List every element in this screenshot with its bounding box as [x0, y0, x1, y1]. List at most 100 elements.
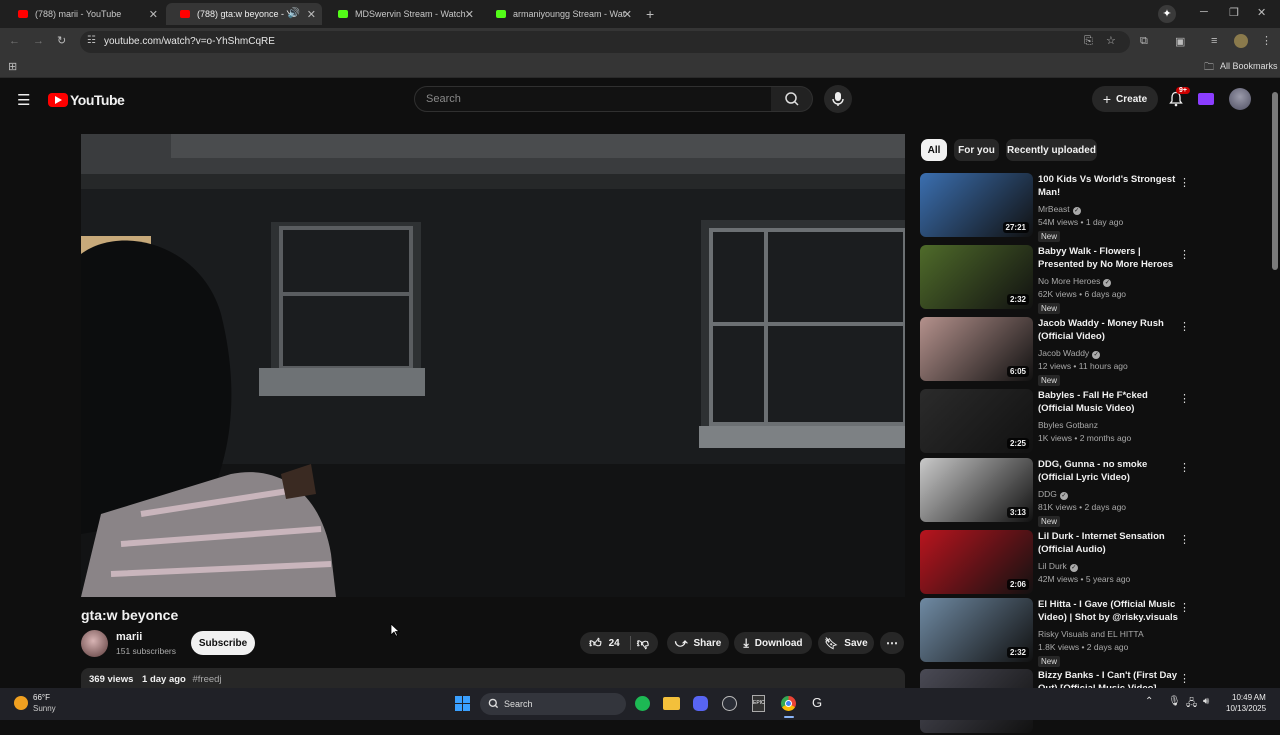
video-thumbnail[interactable]: 2:32 — [920, 245, 1033, 309]
profile-icon[interactable] — [1234, 34, 1248, 48]
create-button[interactable]: + Create — [1092, 86, 1158, 112]
notifications-button[interactable]: 9+ — [1168, 87, 1190, 109]
recommended-video-title[interactable]: 100 Kids Vs World's Strongest Man! — [1038, 173, 1178, 199]
recommended-video-title[interactable]: Jacob Waddy - Money Rush (Official Video… — [1038, 317, 1178, 343]
video-thumbnail[interactable]: 3:13 — [920, 458, 1033, 522]
epic-games-icon[interactable]: EPIC — [752, 695, 765, 712]
browser-tab[interactable]: armaniyoungg Stream - Watch ✕ — [482, 3, 638, 25]
download-button[interactable]: ⤓ Download — [734, 632, 812, 654]
new-tab-icon[interactable]: + — [646, 6, 654, 22]
search-input[interactable]: Search — [414, 86, 772, 112]
spotify-icon[interactable] — [635, 696, 650, 711]
recommended-channel-name[interactable]: MrBeast ✓ — [1038, 204, 1081, 215]
recommended-video[interactable]: 27:21 100 Kids Vs World's Strongest Man! M… — [920, 173, 1190, 242]
recommended-video-title[interactable]: Babyles - Fall He F*cked (Official Music… — [1038, 389, 1178, 415]
weather-condition[interactable]: Sunny — [33, 704, 56, 713]
browser-tab[interactable]: MDSwervin Stream - Watch Live ✕ — [324, 3, 480, 25]
youtube-logo[interactable]: YouTube — [48, 92, 125, 108]
clock-date[interactable]: 10/13/2025 — [1226, 704, 1266, 713]
discord-icon[interactable] — [693, 696, 708, 711]
chip-for-you[interactable]: For you — [954, 139, 999, 161]
video-thumbnail[interactable]: 2:06 — [920, 530, 1033, 594]
extensions-icon[interactable]: ⧉ — [1140, 35, 1148, 48]
recommended-video-title[interactable]: Lil Durk - Internet Sensation (Official … — [1038, 530, 1178, 556]
like-button[interactable]: 👍︎ 24 — [589, 636, 620, 651]
temperature[interactable]: 66°F — [33, 693, 50, 702]
tray-chevron-icon[interactable]: ⌃ — [1145, 696, 1153, 707]
tray-mic-icon[interactable]: 🎙︎ — [1168, 696, 1181, 707]
recommended-video-title[interactable]: Babyy Walk - Flowers | Presented by No M… — [1038, 245, 1178, 271]
voice-search-button[interactable] — [824, 85, 852, 113]
recommended-channel-name[interactable]: Jacob Waddy ✓ — [1038, 348, 1101, 359]
recommended-video[interactable]: 2:06 Lil Durk - Internet Sensation (Offic… — [920, 530, 1190, 596]
apps-extension-icon[interactable] — [1198, 93, 1214, 105]
app-icon[interactable]: G — [812, 695, 822, 710]
close-tab-icon[interactable]: ✕ — [307, 8, 316, 21]
hamburger-menu-icon[interactable]: ☰ — [17, 91, 30, 109]
chrome-icon[interactable] — [781, 696, 796, 711]
volume-icon[interactable]: 🔊︎ — [1203, 696, 1209, 707]
media-controls-icon[interactable]: ≡ — [1211, 35, 1217, 47]
recommended-channel-name[interactable]: DDG ✓ — [1038, 489, 1068, 500]
video-thumbnail[interactable]: 27:21 — [920, 173, 1033, 237]
recommended-video[interactable]: 2:32 El Hitta - I Gave (Official Music Vi… — [920, 598, 1190, 667]
file-explorer-icon[interactable] — [663, 697, 680, 710]
all-bookmarks-link[interactable]: All Bookmarks — [1220, 61, 1278, 71]
url-text[interactable]: youtube.com/watch?v=o-YhShmCqRE — [104, 36, 275, 47]
restore-icon[interactable]: ❐ — [1229, 6, 1239, 19]
browser-tab[interactable]: (788) marii - YouTube ✕ — [4, 3, 164, 25]
close-window-icon[interactable]: ✕ — [1257, 6, 1266, 19]
site-info-icon[interactable]: ☷ — [87, 35, 96, 46]
recommended-video[interactable]: 3:13 DDG, Gunna - no smoke (Official Lyri… — [920, 458, 1190, 527]
recommended-video[interactable]: 2:32 Babyy Walk - Flowers | Presented by … — [920, 245, 1190, 314]
chrome-menu-icon[interactable]: ⋮ — [1261, 34, 1272, 47]
steam-icon[interactable] — [722, 696, 737, 711]
save-button[interactable]: 🔖︎ Save — [818, 632, 874, 654]
forward-icon[interactable]: → — [33, 35, 44, 47]
speaker-icon[interactable]: 🔊 — [288, 8, 300, 19]
install-app-icon[interactable]: ⎘ — [1084, 35, 1093, 48]
gemini-icon[interactable]: ✦ — [1158, 5, 1176, 23]
recommended-video-title[interactable]: El Hitta - I Gave (Official Music Video)… — [1038, 598, 1178, 624]
more-vertical-icon[interactable]: ⋮ — [1179, 461, 1190, 474]
more-vertical-icon[interactable]: ⋮ — [1179, 248, 1190, 261]
apps-grid-icon[interactable]: ⊞ — [8, 60, 17, 73]
scrollbar-thumb[interactable] — [1272, 92, 1278, 270]
avatar[interactable] — [1229, 88, 1251, 110]
video-thumbnail[interactable]: 2:32 — [920, 598, 1033, 662]
recommended-channel-name[interactable]: No More Heroes ✓ — [1038, 276, 1112, 287]
recommended-channel-name[interactable]: Risky Visuals and EL HITTA — [1038, 629, 1144, 639]
more-vertical-icon[interactable]: ⋮ — [1179, 320, 1190, 333]
back-icon[interactable]: ← — [9, 35, 20, 47]
chip-recently-uploaded[interactable]: Recently uploaded — [1006, 139, 1097, 161]
channel-avatar[interactable] — [81, 630, 108, 657]
more-vertical-icon[interactable]: ⋮ — [1179, 601, 1190, 614]
more-vertical-icon[interactable]: ⋮ — [1179, 533, 1190, 546]
dislike-button[interactable]: 👎︎ — [637, 636, 649, 651]
video-player[interactable] — [81, 134, 905, 597]
more-vertical-icon[interactable]: ⋮ — [1179, 392, 1190, 405]
reload-icon[interactable]: ↻ — [57, 34, 66, 47]
recommended-video-title[interactable]: DDG, Gunna - no smoke (Official Lyric Vi… — [1038, 458, 1178, 484]
clock-time[interactable]: 10:49 AM — [1232, 693, 1266, 702]
sidepanel-icon[interactable]: ▣ — [1175, 35, 1185, 48]
recommended-channel-name[interactable]: Bbyles Gotbanz — [1038, 420, 1098, 430]
bookmark-star-icon[interactable]: ☆ — [1106, 34, 1116, 47]
network-icon[interactable]: 🖧 — [1186, 696, 1197, 713]
video-thumbnail[interactable]: 2:25 — [920, 389, 1033, 453]
more-actions-button[interactable]: ⋯ — [880, 632, 904, 654]
recommended-channel-name[interactable]: Lil Durk ✓ — [1038, 561, 1078, 572]
recommended-video[interactable]: 2:25 Babyles - Fall He F*cked (Official M… — [920, 389, 1190, 455]
video-thumbnail[interactable]: 6:05 — [920, 317, 1033, 381]
description-box[interactable]: 369 views 1 day ago #freedj — [81, 668, 905, 688]
search-button[interactable] — [771, 86, 813, 112]
omnibox[interactable]: ☷ youtube.com/watch?v=o-YhShmCqRE ⎘ ☆ — [80, 31, 1130, 53]
channel-name[interactable]: marii — [116, 631, 142, 643]
page-scrollbar[interactable] — [1272, 86, 1278, 684]
hashtag-link[interactable]: #freedj — [192, 674, 221, 685]
more-vertical-icon[interactable]: ⋮ — [1179, 176, 1190, 189]
close-tab-icon[interactable]: ✕ — [149, 8, 158, 21]
recommended-video[interactable]: 6:05 Jacob Waddy - Money Rush (Official V… — [920, 317, 1190, 386]
taskbar-search[interactable]: Search — [480, 693, 626, 715]
windows-start-icon[interactable] — [455, 696, 470, 711]
